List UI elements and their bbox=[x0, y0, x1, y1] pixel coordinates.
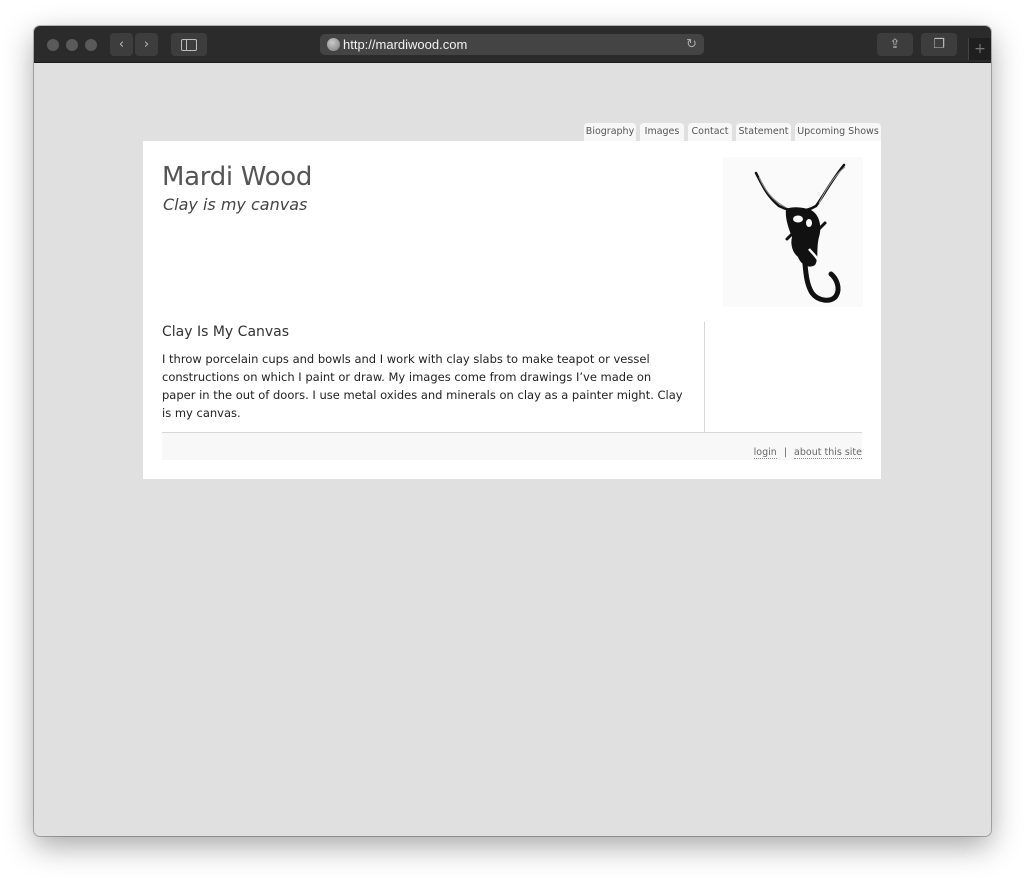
browser-window: ‹ › http://mardiwood.com ↻ ⇪ ❐ + Biograp… bbox=[34, 26, 991, 836]
tab-biography[interactable]: Biography bbox=[584, 123, 636, 141]
address-bar[interactable]: http://mardiwood.com ↻ bbox=[320, 34, 704, 55]
site-slogan: Clay is my canvas bbox=[163, 195, 308, 214]
reload-icon[interactable]: ↻ bbox=[686, 35, 697, 54]
chevron-left-icon: ‹ bbox=[118, 37, 125, 52]
close-window-button[interactable] bbox=[47, 39, 59, 51]
login-link[interactable]: login bbox=[753, 447, 777, 459]
tab-upcoming-shows[interactable]: Upcoming Shows bbox=[795, 123, 881, 141]
tab-statement[interactable]: Statement bbox=[736, 123, 791, 141]
address-url: http://mardiwood.com bbox=[343, 37, 468, 52]
content-body: I throw porcelain cups and bowls and I w… bbox=[162, 352, 683, 420]
content-title: Clay Is My Canvas bbox=[162, 324, 290, 340]
zoom-window-button[interactable] bbox=[85, 39, 97, 51]
tab-contact[interactable]: Contact bbox=[688, 123, 732, 141]
sidebar-icon bbox=[181, 39, 197, 51]
sidebar-divider bbox=[704, 322, 705, 432]
share-icon: ⇪ bbox=[889, 37, 901, 52]
footer-links: login | about this site bbox=[753, 447, 862, 459]
share-button[interactable]: ⇪ bbox=[877, 33, 913, 56]
back-button[interactable]: ‹ bbox=[110, 33, 133, 56]
site-logo[interactable] bbox=[723, 157, 863, 307]
tabs-overview-icon: ❐ bbox=[933, 37, 945, 52]
globe-icon bbox=[327, 38, 340, 51]
forward-button[interactable]: › bbox=[135, 33, 158, 56]
site-name[interactable]: Mardi Wood bbox=[162, 161, 312, 193]
footer-separator: | bbox=[783, 447, 788, 458]
page-footer: login | about this site bbox=[162, 432, 862, 460]
chevron-right-icon: › bbox=[143, 37, 150, 52]
sidebar-toggle-button[interactable] bbox=[171, 33, 207, 56]
browser-toolbar: ‹ › http://mardiwood.com ↻ ⇪ ❐ + bbox=[34, 26, 991, 63]
new-tab-button[interactable]: + bbox=[968, 38, 991, 60]
tab-images[interactable]: Images bbox=[640, 123, 684, 141]
show-tabs-button[interactable]: ❐ bbox=[921, 33, 957, 56]
plus-icon: + bbox=[974, 41, 986, 57]
page-container: Mardi Wood Clay is my canvas Clay Is My … bbox=[143, 141, 881, 479]
ink-figure-icon bbox=[754, 163, 846, 303]
about-site-link[interactable]: about this site bbox=[794, 447, 862, 459]
minimize-window-button[interactable] bbox=[66, 39, 78, 51]
